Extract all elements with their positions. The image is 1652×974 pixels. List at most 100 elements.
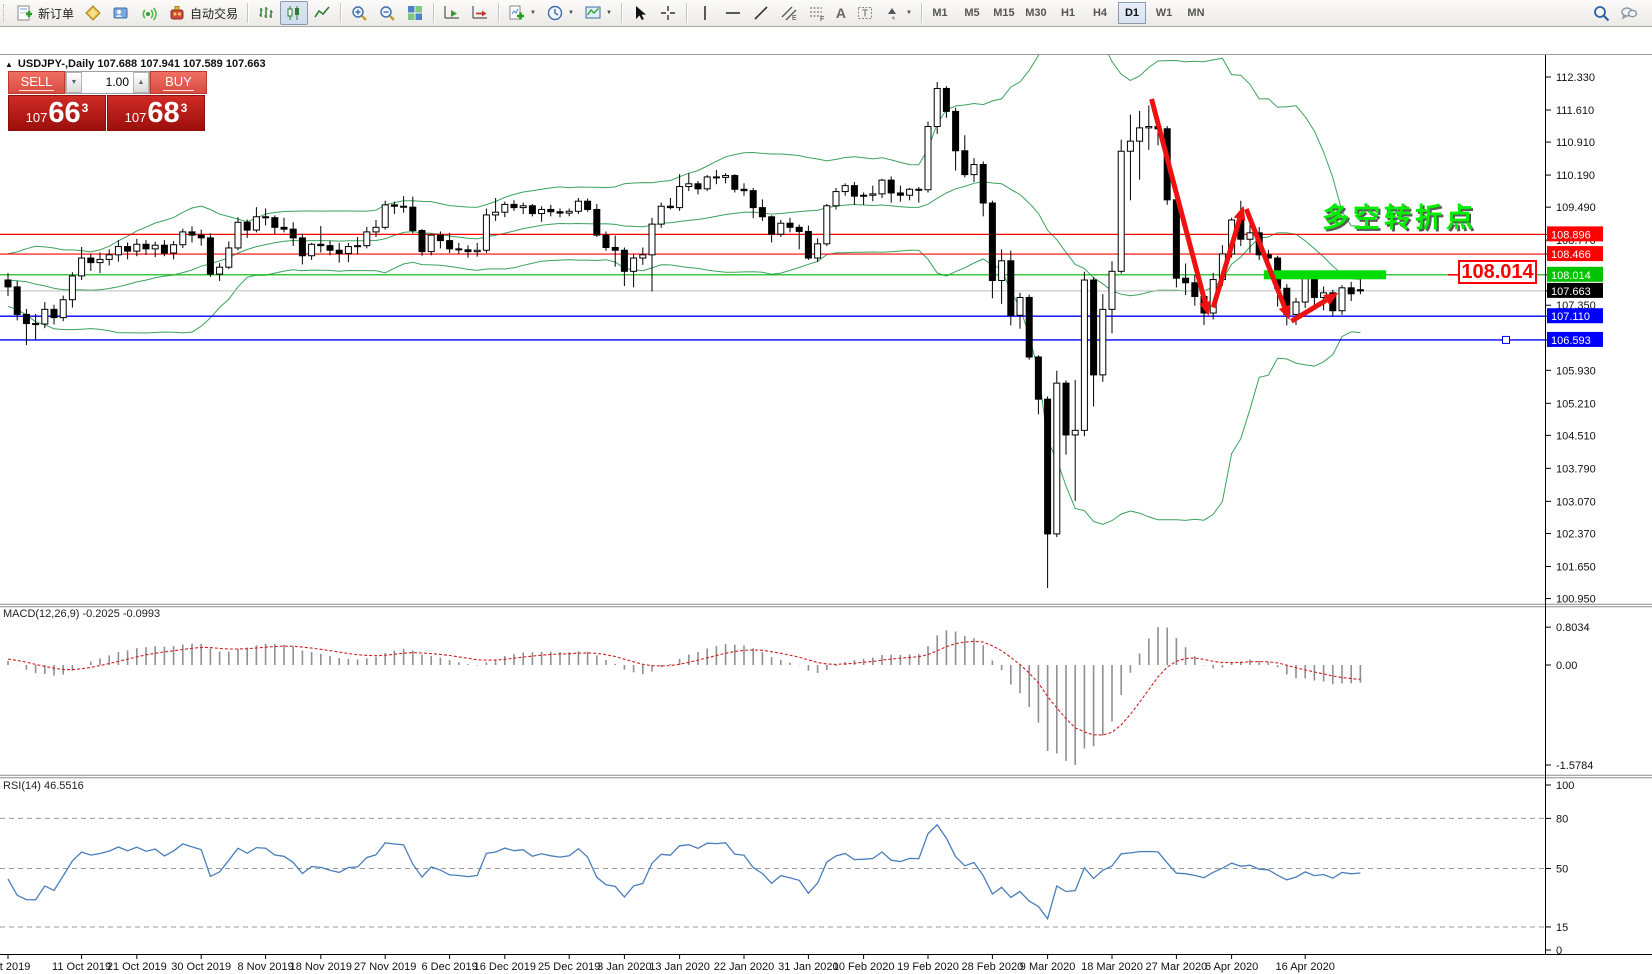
search-icon[interactable] <box>1592 4 1610 22</box>
toolbar-separator <box>433 3 434 23</box>
line-selection-handle[interactable] <box>1503 336 1510 343</box>
trend-arrow[interactable] <box>1152 99 1205 302</box>
periods-button[interactable]: ▼ <box>541 1 579 25</box>
text-tool-button[interactable]: A <box>831 1 851 25</box>
templates-button[interactable]: ▼ <box>579 1 617 25</box>
fibonacci-tool-button[interactable]: F <box>803 1 831 25</box>
price-axis-label: 110.910 <box>1556 137 1595 149</box>
trend-arrow[interactable] <box>1291 300 1326 321</box>
candlestick-chart-button[interactable] <box>280 1 308 25</box>
community-chat-icon[interactable] <box>1620 4 1638 22</box>
metaeditor-button[interactable] <box>79 1 107 25</box>
candle-body <box>640 255 646 258</box>
new-order-button[interactable]: 新订单 <box>11 1 79 25</box>
volume-spinner: ▼ 1.00 ▲ <box>65 71 150 94</box>
candle-body <box>1017 297 1023 315</box>
crosshair-tool-button[interactable] <box>654 1 682 25</box>
timeframe-button-h1[interactable]: H1 <box>1054 2 1082 24</box>
new-chart-button[interactable]: ▼ <box>503 1 541 25</box>
support-band[interactable] <box>1264 270 1386 279</box>
arrows-tool-button[interactable]: ▼ <box>879 1 917 25</box>
timeframe-button-mn[interactable]: MN <box>1182 2 1210 24</box>
candle-body <box>1183 278 1189 283</box>
date-axis-label: 13 Jan 2020 <box>649 961 710 973</box>
timeframe-button-w1[interactable]: W1 <box>1150 2 1178 24</box>
terminal-button[interactable] <box>107 1 135 25</box>
candle-body <box>723 176 729 178</box>
annotation-price-tag[interactable]: 108.014 <box>1458 260 1537 284</box>
price-marker-bg <box>1547 308 1603 323</box>
spinner-down-icon: ▼ <box>71 79 78 86</box>
candle-body <box>1302 279 1308 302</box>
volume-up-button[interactable]: ▲ <box>133 72 149 93</box>
cursor-tool-button[interactable] <box>626 1 654 25</box>
trend-arrow-head <box>1323 293 1338 305</box>
price-marker-label: 106.593 <box>1551 335 1591 347</box>
candle-body <box>566 211 572 213</box>
candle-body <box>345 247 351 254</box>
buy-price-button[interactable]: 107 68 3 <box>107 95 205 131</box>
vertical-line-icon <box>696 4 714 22</box>
candle-body <box>1173 200 1179 278</box>
candle-body <box>42 309 48 324</box>
toolbar-grip <box>3 4 8 22</box>
price-axis-label: 100.950 <box>1556 594 1596 606</box>
candle-body <box>575 201 581 211</box>
candle-body <box>235 222 241 248</box>
signals-button[interactable] <box>135 1 163 25</box>
candle-body <box>1339 288 1345 311</box>
timeframe-button-m5[interactable]: M5 <box>958 2 986 24</box>
candle-body <box>465 250 471 252</box>
candle-body <box>989 203 995 280</box>
trend-arrow[interactable] <box>1246 209 1284 307</box>
price-marker-label: 107.663 <box>1551 286 1591 298</box>
candle-body <box>33 324 39 325</box>
svg-text:E: E <box>792 15 797 22</box>
collapse-panel-icon[interactable]: ▲ <box>5 60 13 69</box>
timeframe-button-h4[interactable]: H4 <box>1086 2 1114 24</box>
auto-scroll-button[interactable] <box>438 1 466 25</box>
buy-button[interactable]: BUY <box>150 71 207 94</box>
auto-trading-button[interactable]: 自动交易 <box>163 1 243 25</box>
volume-input[interactable]: 1.00 <box>82 72 133 93</box>
candle-body <box>5 280 11 287</box>
price-marker-bg <box>1547 226 1603 241</box>
trend-arrow-head <box>1279 305 1290 320</box>
timeframe-button-m1[interactable]: M1 <box>926 2 954 24</box>
zoom-in-button[interactable] <box>345 1 373 25</box>
price-axis-label: 108.770 <box>1556 235 1596 247</box>
timeframe-button-d1[interactable]: D1 <box>1118 2 1146 24</box>
candle-body <box>888 180 894 193</box>
trendline-tool-button[interactable] <box>747 1 775 25</box>
candle-body <box>870 194 876 195</box>
bar-chart-button[interactable] <box>252 1 280 25</box>
candle-body <box>1238 220 1244 239</box>
buy-price-sup: 3 <box>181 101 188 115</box>
toolbar-separator <box>686 3 687 23</box>
macd-pane <box>8 627 1360 765</box>
date-axis-label: Oct 2019 <box>0 961 30 973</box>
line-chart-button[interactable] <box>308 1 336 25</box>
candle-body <box>336 250 342 253</box>
zoom-out-button[interactable] <box>373 1 401 25</box>
annotation-note[interactable]: 多空转折点 <box>1322 196 1477 235</box>
volume-down-button[interactable]: ▼ <box>66 72 82 93</box>
rsi-axis-label: 80 <box>1556 813 1568 825</box>
sell-price-button[interactable]: 107 66 3 <box>8 95 106 131</box>
sell-button[interactable]: SELL <box>8 71 65 94</box>
tile-windows-button[interactable] <box>401 1 429 25</box>
price-marker-bg <box>1547 283 1603 298</box>
text-label-tool-button[interactable]: T <box>851 1 879 25</box>
price-axis-label: 112.330 <box>1556 72 1595 84</box>
timeframe-button-m15[interactable]: M15 <box>990 2 1018 24</box>
candle-body <box>769 217 775 234</box>
trend-arrow[interactable] <box>1213 219 1239 307</box>
horizontal-line-tool-button[interactable] <box>719 1 747 25</box>
candle-body <box>695 184 701 189</box>
vertical-line-tool-button[interactable] <box>691 1 719 25</box>
clock-icon <box>546 4 564 22</box>
candle-body <box>1045 399 1051 534</box>
timeframe-button-m30[interactable]: M30 <box>1022 2 1050 24</box>
chart-shift-button[interactable] <box>466 1 494 25</box>
equidistant-channel-tool-button[interactable]: E <box>775 1 803 25</box>
